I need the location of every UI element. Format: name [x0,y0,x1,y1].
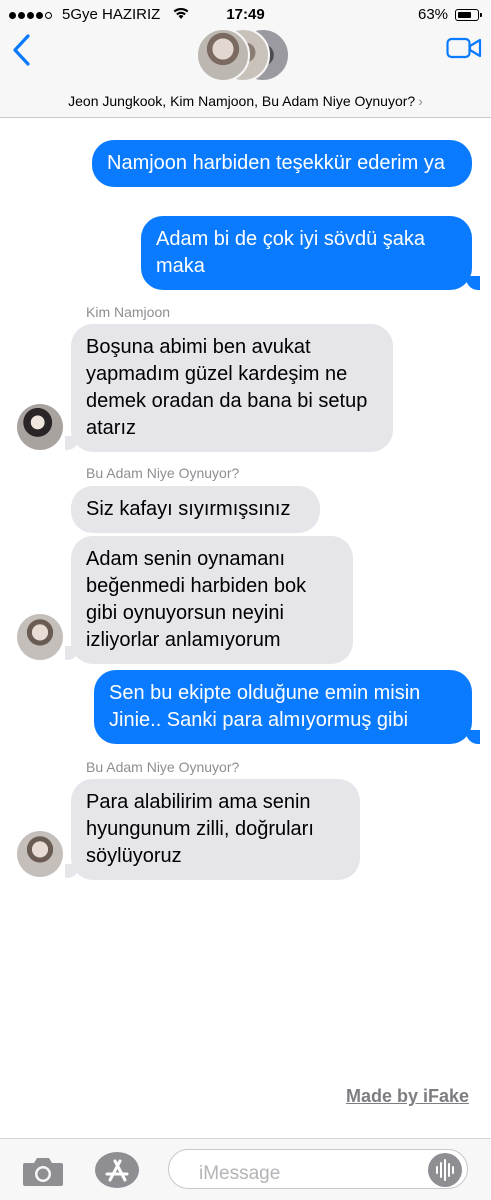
conversation-header: 5Gye HAZIRIZ 17:49 63% Jeon Jungkook, Ki… [0,0,491,118]
incoming-message[interactable]: Adam senin oynamanı beğenmedi harbiden b… [71,536,353,664]
avatar [196,28,250,82]
participants-title[interactable]: Jeon Jungkook, Kim Namjoon, Bu Adam Niye… [0,93,491,109]
sender-name: Kim Namjoon [86,304,171,320]
bubble-tail [65,864,79,878]
incoming-message[interactable]: Siz kafayı sıyırmışsınız [71,486,320,533]
input-bar [0,1138,491,1200]
incoming-message[interactable]: Boşuna abimi ben avukat yapmadım güzel k… [71,324,393,452]
sender-name: Bu Adam Niye Oynuyor? [86,465,240,481]
app-store-button[interactable] [94,1151,140,1189]
avatar[interactable] [17,614,63,660]
message-input[interactable] [168,1149,468,1189]
outgoing-message[interactable]: Adam bi de çok iyi sövdü şaka maka [141,216,472,290]
outgoing-message[interactable]: Sen bu ekipte olduğune emin misin Jinie.… [94,670,472,744]
group-avatar-stack[interactable] [196,28,296,84]
bubble-tail [466,276,480,290]
incoming-message[interactable]: Para alabilirim ama senin hyungunum zill… [71,779,360,880]
battery-icon [455,9,482,21]
outgoing-message[interactable]: Namjoon harbiden teşekkür ederim ya [92,140,472,187]
bubble-tail [466,730,480,744]
audio-record-button[interactable] [428,1153,462,1187]
camera-button[interactable] [22,1155,64,1187]
audio-waveform-icon [436,1159,454,1181]
back-button[interactable] [8,32,38,68]
bubble-tail [65,436,79,450]
status-bar: 5Gye HAZIRIZ 17:49 63% [0,0,491,30]
chevron-right-icon: › [418,93,423,109]
avatar[interactable] [17,831,63,877]
avatar[interactable] [17,404,63,450]
sender-name: Bu Adam Niye Oynuyor? [86,759,240,775]
watermark: Made by iFake [345,1086,469,1106]
battery-percent: 63% [418,6,449,23]
participants-names: Jeon Jungkook, Kim Namjoon, Bu Adam Niye… [68,93,416,109]
video-call-button[interactable] [446,36,482,60]
